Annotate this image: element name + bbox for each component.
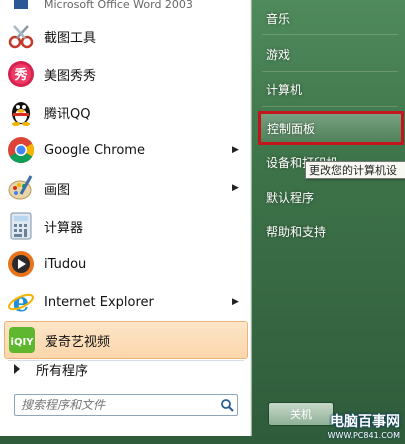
program-label: 画图 (44, 182, 71, 198)
triangle-right-icon (14, 364, 20, 374)
watermark-main-text: 电脑百事网 (330, 413, 400, 430)
svg-text:iQIY: iQIY (11, 337, 35, 348)
program-label: Google Chrome (44, 142, 145, 158)
right-separator (262, 106, 398, 107)
program-label: 截图工具 (44, 30, 97, 46)
program-item-calculator[interactable]: 计算器 (4, 207, 248, 245)
ie-icon: e (6, 287, 36, 317)
program-item-snipping-tool[interactable]: 截图工具 (4, 17, 248, 55)
right-link-label: 游戏 (266, 47, 291, 62)
right-link-label: 音乐 (266, 11, 291, 26)
program-item-internet-explorer[interactable]: e Internet Explorer ▶ (4, 283, 248, 321)
start-menu: Microsoft Office Word 2003 截图工具 秀 美图秀秀 腾… (0, 0, 405, 444)
search-input[interactable] (21, 396, 217, 414)
right-link-computer[interactable]: 计算机 (260, 73, 400, 105)
program-label: iTudou (44, 256, 87, 272)
program-label: 爱奇艺视频 (45, 334, 111, 350)
right-link-default-programs[interactable]: 默认程序 (260, 181, 400, 213)
qq-penguin-icon (6, 97, 36, 127)
submenu-arrow-icon: ▶ (232, 183, 239, 193)
scissors-icon (6, 21, 36, 51)
magnifier-icon[interactable] (217, 396, 237, 414)
right-link-games[interactable]: 游戏 (260, 38, 400, 70)
program-item-paint[interactable]: 画图 ▶ (4, 169, 248, 207)
right-link-control-panel[interactable]: 控制面板 (258, 111, 404, 145)
tooltip-text: 更改您的计算机设 (309, 164, 397, 177)
right-link-label: 默认程序 (266, 190, 315, 205)
right-separator (262, 71, 398, 72)
submenu-arrow-icon: ▶ (232, 145, 239, 155)
recent-program-partial[interactable]: Microsoft Office Word 2003 (4, 0, 244, 12)
right-link-music[interactable]: 音乐 (260, 2, 400, 34)
control-panel-tooltip: 更改您的计算机设 (305, 161, 405, 179)
right-link-help-support[interactable]: 帮助和支持 (260, 215, 400, 247)
shutdown-label: 关机 (290, 408, 312, 421)
meitu-icon: 秀 (6, 59, 36, 89)
paint-icon (6, 173, 36, 203)
iqiyi-icon: iQIY (7, 325, 37, 355)
all-programs-label: 所有程序 (36, 363, 89, 379)
program-label: 美图秀秀 (44, 68, 97, 84)
svg-text:秀: 秀 (13, 67, 28, 83)
all-programs-button[interactable]: 所有程序 (4, 354, 248, 384)
site-watermark: 电脑百事网 WWW.PC841.COM (312, 408, 404, 442)
watermark-sub-text: WWW.PC841.COM (327, 430, 400, 440)
right-separator (262, 34, 398, 35)
right-link-label: 控制面板 (267, 121, 316, 136)
program-label: 腾讯QQ (44, 106, 91, 122)
program-item-itudou[interactable]: iTudou (4, 245, 248, 283)
program-item-google-chrome[interactable]: Google Chrome ▶ (4, 131, 248, 169)
chrome-icon (6, 135, 36, 165)
program-label: 计算器 (44, 220, 84, 236)
program-label: Internet Explorer (44, 294, 154, 310)
search-box[interactable] (14, 394, 238, 416)
calculator-icon (6, 211, 36, 241)
program-item-qq[interactable]: 腾讯QQ (4, 93, 248, 131)
right-link-label: 帮助和支持 (266, 224, 327, 239)
right-link-label: 计算机 (266, 82, 303, 97)
svg-text:e: e (13, 288, 30, 316)
programs-pane: Microsoft Office Word 2003 截图工具 秀 美图秀秀 腾… (0, 0, 252, 436)
submenu-arrow-icon: ▶ (232, 297, 239, 307)
itudou-icon (6, 249, 36, 279)
program-item-meitu[interactable]: 秀 美图秀秀 (4, 55, 248, 93)
recent-program-label: Microsoft Office Word 2003 (44, 0, 193, 11)
word-icon (14, 0, 28, 9)
